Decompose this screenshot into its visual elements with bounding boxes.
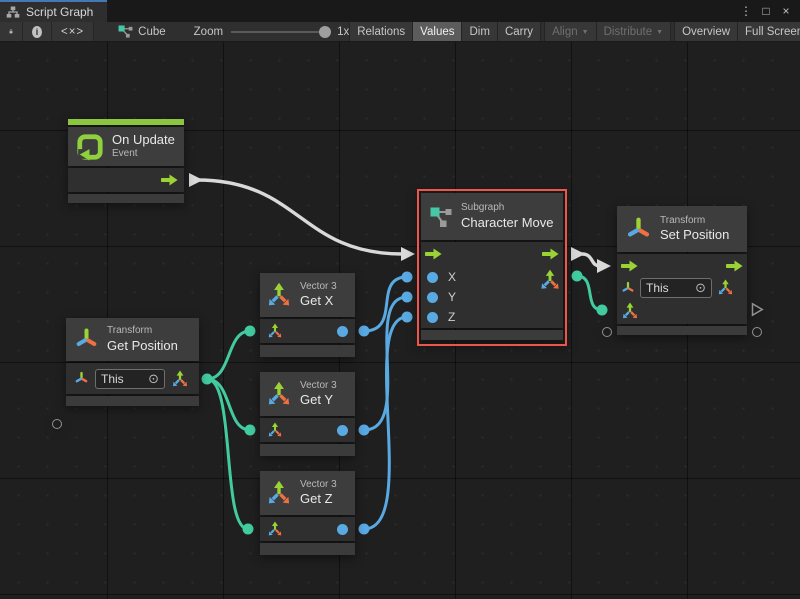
graph-context[interactable]: Cube <box>118 22 166 41</box>
event-accent-bar <box>68 119 184 125</box>
node-set-position[interactable]: Transform Set Position This ⊙ <box>617 206 747 337</box>
vector3-icon <box>266 480 292 506</box>
node-on-update[interactable]: On Update Event <box>68 119 184 205</box>
port-label-x: X <box>448 270 456 284</box>
graph-toolbar: i <×> Cube Zoom 1x Relations Values Dim … <box>0 22 800 42</box>
lock-button[interactable] <box>0 22 23 41</box>
values-button[interactable]: Values <box>412 22 461 41</box>
script-graph-window: Script Graph ⋮ □ × i <×> Cube Zoom 1 <box>0 0 800 599</box>
this-target-field[interactable]: This ⊙ <box>95 369 165 389</box>
flow-input-port[interactable] <box>621 260 638 272</box>
target-picker-icon[interactable]: ⊙ <box>148 372 159 385</box>
node-get-y[interactable]: Vector 3 Get Y <box>260 372 355 458</box>
graph-tab-icon <box>6 6 20 18</box>
tab-title: Script Graph <box>26 5 93 19</box>
wire-getposition-to-getz[interactable] <box>207 379 248 529</box>
maximize-icon[interactable]: □ <box>758 1 774 21</box>
float-input-port-z[interactable] <box>427 312 438 323</box>
flow-output-unconnected-port[interactable] <box>751 302 764 317</box>
vector3-input-port[interactable] <box>267 521 283 537</box>
graph-context-label: Cube <box>138 26 166 38</box>
transform-icon <box>625 216 652 243</box>
overview-button[interactable]: Overview <box>674 22 737 41</box>
wire-getx-to-charactermove-x[interactable] <box>364 277 407 331</box>
info-icon: i <box>32 26 42 38</box>
chevron-down-icon: ▼ <box>656 29 663 36</box>
vector3-output-port[interactable] <box>717 279 734 296</box>
flow-output-port[interactable] <box>726 260 743 272</box>
port-label-y: Y <box>448 290 456 304</box>
csharp-preview-button[interactable]: <×> <box>52 22 94 41</box>
inspect-button[interactable]: i <box>23 22 52 41</box>
zoom-slider[interactable] <box>231 26 323 38</box>
on-update-icon <box>76 133 104 161</box>
flow-output-port[interactable] <box>161 174 178 186</box>
wire-charactermove-to-setposition[interactable] <box>582 254 600 266</box>
wire-charactermove-to-setposition-value[interactable] <box>577 276 602 310</box>
float-output-port[interactable] <box>337 425 348 436</box>
vector3-output-port[interactable] <box>539 269 561 291</box>
tab-bar: Script Graph ⋮ □ × <box>0 0 800 22</box>
lock-icon <box>9 25 13 38</box>
toolbar-toggles: Relations Values Dim Carry Align▼ Distri… <box>349 22 800 41</box>
node-get-z[interactable]: Vector 3 Get Z <box>260 471 355 557</box>
fullscreen-button[interactable]: Full Screen <box>737 22 800 41</box>
code-icon: <×> <box>61 26 84 38</box>
chevron-down-icon: ▼ <box>582 29 589 36</box>
vector3-output-port[interactable] <box>171 370 189 388</box>
subgraph-icon <box>429 205 453 229</box>
vector3-input-port[interactable] <box>267 422 283 438</box>
wire-onupdate-to-charactermove[interactable] <box>197 180 402 254</box>
vector3-icon <box>266 381 292 407</box>
relations-button[interactable]: Relations <box>349 22 412 41</box>
target-input-port[interactable] <box>52 419 62 429</box>
wire-getposition-to-gety[interactable] <box>207 379 250 430</box>
graph-context-icon <box>118 25 133 38</box>
distribute-dropdown[interactable]: Distribute▼ <box>596 22 671 41</box>
flow-input-port[interactable] <box>425 248 442 260</box>
zoom-value: 1x <box>337 26 349 38</box>
zoom-control: Zoom 1x <box>194 22 350 41</box>
node-category: Event <box>112 148 175 161</box>
vector3-input-port[interactable] <box>621 302 639 320</box>
target-picker-icon[interactable]: ⊙ <box>695 281 706 294</box>
zoom-label: Zoom <box>194 26 223 38</box>
transform-icon <box>621 281 635 295</box>
transform-icon <box>74 371 89 386</box>
menu-icon[interactable]: ⋮ <box>738 1 754 21</box>
align-dropdown[interactable]: Align▼ <box>544 22 596 41</box>
carry-button[interactable]: Carry <box>497 22 540 41</box>
transform-output-port[interactable] <box>752 327 762 337</box>
window-controls: ⋮ □ × <box>738 0 800 22</box>
float-output-port[interactable] <box>337 326 348 337</box>
vector3-icon <box>266 282 292 308</box>
float-output-port[interactable] <box>337 524 348 535</box>
node-get-position[interactable]: Transform Get Position This ⊙ <box>66 318 199 408</box>
this-target-field[interactable]: This ⊙ <box>640 278 712 298</box>
node-character-move[interactable]: Subgraph Character Move X Y <box>421 193 563 342</box>
dim-button[interactable]: Dim <box>461 22 496 41</box>
close-icon[interactable]: × <box>778 1 794 21</box>
node-title: On Update <box>112 132 175 148</box>
vector3-input-port[interactable] <box>267 323 283 339</box>
wire-gety-to-charactermove-y[interactable] <box>364 297 407 430</box>
zoom-slider-handle[interactable] <box>319 26 331 38</box>
tab-script-graph[interactable]: Script Graph <box>0 0 107 22</box>
graph-canvas[interactable]: On Update Event Transform Get Position <box>0 42 800 599</box>
node-get-x[interactable]: Vector 3 Get X <box>260 273 355 359</box>
float-input-port-y[interactable] <box>427 292 438 303</box>
wire-getz-to-charactermove-z[interactable] <box>364 317 407 529</box>
wire-getposition-to-getx[interactable] <box>207 331 250 379</box>
transform-icon <box>74 327 99 352</box>
flow-output-port[interactable] <box>542 248 559 260</box>
zoom-slider-track <box>231 31 323 33</box>
float-input-port-x[interactable] <box>427 272 438 283</box>
target-input-port[interactable] <box>602 327 612 337</box>
port-label-z: Z <box>448 310 455 324</box>
